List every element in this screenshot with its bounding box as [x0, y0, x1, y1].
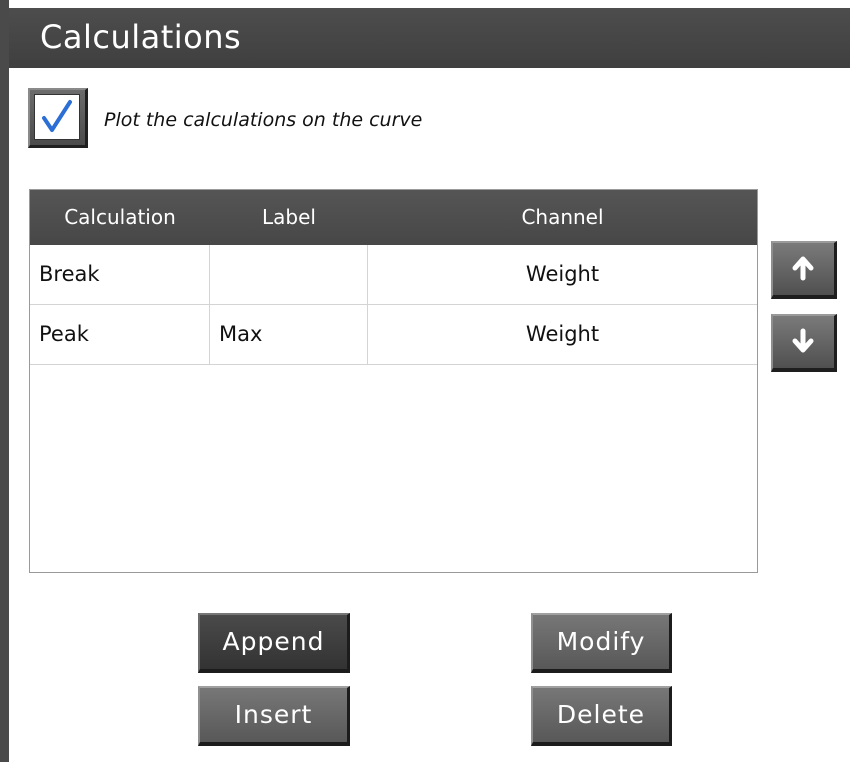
column-header-label[interactable]: Label — [210, 190, 368, 245]
cell-calculation: Break — [30, 245, 210, 304]
table-row[interactable]: Break Weight — [30, 245, 757, 305]
cell-calculation: Peak — [30, 305, 210, 364]
cell-label — [210, 245, 368, 304]
arrow-down-icon — [792, 328, 814, 353]
insert-button[interactable]: Insert — [198, 686, 350, 746]
plot-calculations-checkbox[interactable] — [28, 88, 88, 148]
plot-calculations-label: Plot the calculations on the curve — [104, 109, 423, 131]
cell-label: Max — [210, 305, 368, 364]
append-button[interactable]: Append — [198, 613, 350, 673]
panel-title: Calculations — [40, 18, 242, 56]
title-bar: Calculations — [9, 8, 850, 68]
column-header-channel[interactable]: Channel — [368, 190, 757, 245]
panel-left-border — [0, 0, 9, 762]
cell-channel: Weight — [525, 322, 600, 346]
modify-button[interactable]: Modify — [531, 613, 672, 673]
column-header-calculation[interactable]: Calculation — [30, 190, 210, 245]
arrow-up-icon — [792, 256, 814, 281]
calculations-panel: Calculations Plot the calculations on th… — [0, 0, 850, 762]
move-down-button[interactable] — [771, 314, 837, 372]
delete-button[interactable]: Delete — [531, 686, 672, 746]
checkmark-icon — [42, 100, 72, 132]
table-header: Calculation Label Channel — [30, 190, 757, 245]
calculations-table: Calculation Label Channel Break Weight P… — [29, 189, 758, 573]
cell-channel: Weight — [525, 262, 600, 286]
table-row[interactable]: Peak Max Weight — [30, 305, 757, 365]
move-up-button[interactable] — [771, 241, 837, 299]
